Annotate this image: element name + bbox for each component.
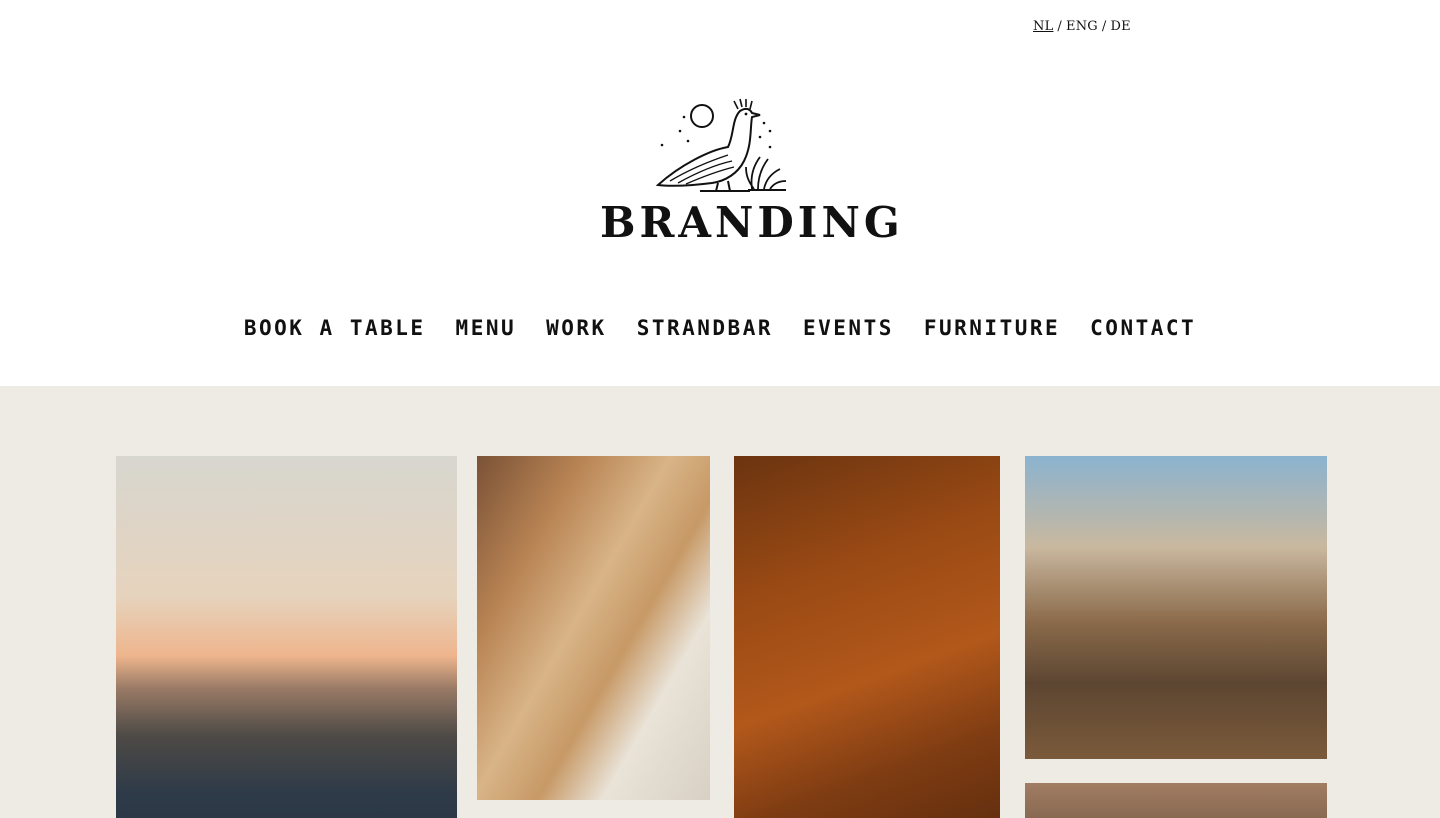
- language-switcher: NL / ENG / DE: [1033, 19, 1131, 34]
- nav-strandbar[interactable]: STRANDBAR: [637, 316, 773, 340]
- nav-menu[interactable]: MENU: [456, 316, 517, 340]
- nav-book-a-table[interactable]: BOOK A TABLE: [244, 316, 426, 340]
- gallery-photo-ceramic-plate[interactable]: [734, 456, 1000, 818]
- gallery-photo-interior[interactable]: [1025, 783, 1327, 818]
- gallery-photo-straw-bag[interactable]: [477, 456, 710, 800]
- photo-gallery: [0, 386, 1440, 818]
- lang-nl-link[interactable]: NL: [1033, 19, 1053, 34]
- gallery-photo-beach-terrace[interactable]: [1025, 456, 1327, 759]
- lang-de-link[interactable]: DE: [1110, 19, 1130, 34]
- lang-separator: /: [1057, 19, 1063, 34]
- bird-emblem-icon: [655, 98, 787, 192]
- site-header: NL / ENG / DE BRANDING BOOK A TABLE MENU…: [0, 0, 1440, 386]
- gallery-photo-beach-sunset-lanterns[interactable]: [116, 456, 457, 818]
- nav-work[interactable]: WORK: [546, 316, 607, 340]
- nav-furniture[interactable]: FURNITURE: [924, 316, 1060, 340]
- nav-events[interactable]: EVENTS: [803, 316, 894, 340]
- nav-contact[interactable]: CONTACT: [1090, 316, 1196, 340]
- brand-wordmark: BRANDING: [600, 198, 904, 247]
- lang-eng-link[interactable]: ENG: [1066, 19, 1098, 34]
- brand-logo[interactable]: BRANDING: [600, 95, 904, 250]
- main-nav: BOOK A TABLE MENU WORK STRANDBAR EVENTS …: [0, 316, 1440, 340]
- lang-separator: /: [1101, 19, 1107, 34]
